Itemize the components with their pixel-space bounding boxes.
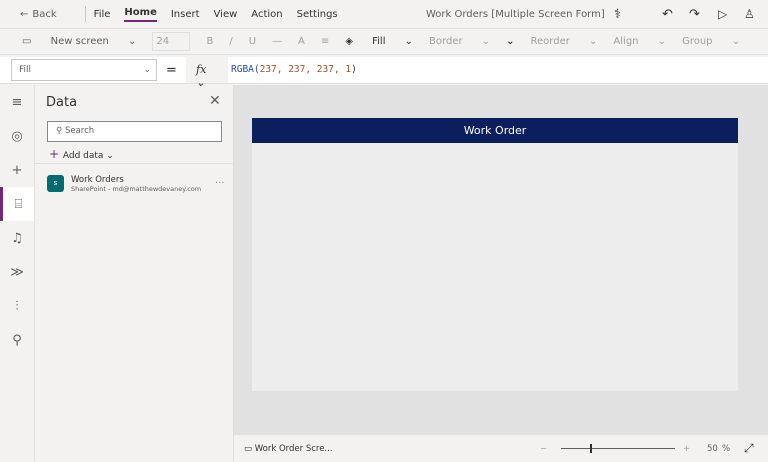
italic-button[interactable]: / xyxy=(229,36,232,47)
align-button[interactable]: Align ⌄ xyxy=(613,36,666,47)
toolbar: ▭ New screen ⌄ 24 B / U — A ≡ ◈ Fill ⌄ B… xyxy=(0,28,768,55)
header-bar[interactable]: Work Order xyxy=(252,118,738,143)
add-data-button[interactable]: + Add data ⌄ xyxy=(49,147,114,161)
insert-plus-icon[interactable]: + xyxy=(0,153,34,187)
fit-to-window-icon[interactable]: ⤢ xyxy=(744,441,754,456)
screen-canvas[interactable]: Work Order xyxy=(252,118,738,391)
search-icon[interactable]: ⚲ xyxy=(0,323,34,357)
divider xyxy=(35,163,234,164)
tree-view-icon[interactable]: ◎ xyxy=(0,119,34,153)
menu-view[interactable]: View xyxy=(214,9,238,20)
undo-icon[interactable]: ↶ xyxy=(662,7,673,22)
zoom-slider[interactable] xyxy=(561,444,675,453)
close-icon[interactable]: ✕ xyxy=(209,93,221,109)
back-button[interactable]: ← Back xyxy=(20,9,71,20)
underline-button[interactable]: U xyxy=(249,36,256,47)
expand-toolbar-chevron-icon[interactable]: ⌄ xyxy=(506,36,514,47)
formula-input[interactable]: RGBA(237, 237, 237, 1) xyxy=(231,64,357,75)
arrow-left-icon: ← xyxy=(20,8,29,20)
zoom-unit: % xyxy=(722,443,731,454)
screen-selector[interactable]: ▭ Work Order Scre... xyxy=(244,444,333,454)
new-screen-button[interactable]: ▭ New screen ⌄ xyxy=(22,36,136,47)
status-bar: ▭ Work Order Scre... − + 50 % ⤢ xyxy=(234,435,768,462)
power-automate-icon[interactable]: ≫ xyxy=(0,255,34,289)
zoom-value: 50 xyxy=(707,443,718,454)
menu-file[interactable]: File xyxy=(94,9,111,20)
menu-settings[interactable]: Settings xyxy=(297,9,338,20)
more-options-button[interactable]: ... xyxy=(215,175,225,186)
app-checker-icon[interactable]: ⚕ xyxy=(614,7,621,22)
group-button[interactable]: Group ⌄ xyxy=(682,36,740,47)
menu-insert[interactable]: Insert xyxy=(171,9,200,20)
panel-title: Data xyxy=(46,95,78,110)
divider xyxy=(84,6,86,22)
formula-bar: Fill ⌄ = fx ⌄ RGBA(237, 237, 237, 1) xyxy=(0,57,768,89)
menu-home[interactable]: Home xyxy=(124,7,157,22)
screen-icon: ▭ xyxy=(22,36,35,47)
font-size-input[interactable]: 24 xyxy=(152,32,191,51)
canvas-area: Work Order xyxy=(234,85,768,435)
app-title: Work Orders [Multiple Screen Form] xyxy=(426,8,605,20)
zoom-in-button[interactable]: + xyxy=(683,444,690,454)
media-icon[interactable]: ♫ xyxy=(0,221,34,255)
bold-button[interactable]: B xyxy=(206,36,213,47)
font-color-button[interactable]: A xyxy=(298,36,305,47)
data-icon[interactable]: ⌸ xyxy=(0,187,34,221)
chevron-down-icon: ⌄ xyxy=(143,65,151,75)
equals-sign: = xyxy=(166,63,177,78)
text-align-button[interactable]: ≡ xyxy=(321,36,329,47)
header-title: Work Order xyxy=(463,124,527,137)
paint-bucket-icon: ◈ xyxy=(345,36,357,47)
data-source-name: Work Orders xyxy=(71,175,124,185)
user-icon[interactable]: ♙ xyxy=(744,7,755,21)
strikethrough-button[interactable]: — xyxy=(272,36,282,47)
screen-icon: ▭ xyxy=(244,443,255,454)
reorder-button[interactable]: Reorder ⌄ xyxy=(531,36,598,47)
sharepoint-icon: s xyxy=(47,175,64,192)
fx-button[interactable]: fx ⌄ xyxy=(186,57,228,89)
play-icon[interactable]: ▷ xyxy=(718,7,727,21)
zoom-slider-thumb[interactable] xyxy=(590,444,592,453)
search-input[interactable]: ⚲ Search xyxy=(47,121,222,142)
left-rail: ≡ ◎ + ⌸ ♫ ≫ ⫶ ⚲ xyxy=(0,85,34,462)
data-source-subtitle: SharePoint - md@matthewdevaney.com xyxy=(71,185,202,193)
property-dropdown[interactable]: Fill ⌄ xyxy=(11,59,157,81)
advanced-tools-icon[interactable]: ⫶ xyxy=(0,289,34,323)
plus-icon: + xyxy=(49,147,63,161)
hamburger-icon[interactable]: ≡ xyxy=(0,85,34,119)
zoom-out-button[interactable]: − xyxy=(540,444,547,454)
menu-action[interactable]: Action xyxy=(251,9,282,20)
data-source-item[interactable]: s Work Orders SharePoint - md@matthewdev… xyxy=(47,175,227,195)
data-panel: Data ✕ ⚲ Search + Add data ⌄ s Work Orde… xyxy=(34,85,234,462)
fill-button[interactable]: ◈ Fill ⌄ xyxy=(345,36,413,47)
redo-icon[interactable]: ↷ xyxy=(689,7,700,22)
search-icon: ⚲ xyxy=(56,126,65,136)
border-button[interactable]: Border ⌄ xyxy=(429,36,490,47)
menu-bar: ← Back File Home Insert View Action Setti… xyxy=(0,0,768,28)
